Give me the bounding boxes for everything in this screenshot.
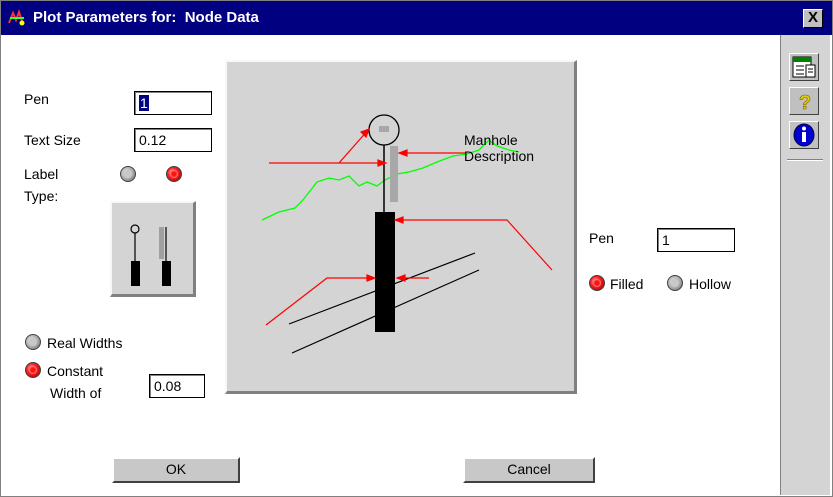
constant-width-label-line1: Constant bbox=[47, 363, 104, 379]
label-type-preview bbox=[110, 201, 196, 297]
label-type-radio-2[interactable] bbox=[166, 166, 182, 182]
real-widths-label: Real Widths bbox=[47, 335, 123, 351]
right-pen-label: Pen bbox=[589, 230, 614, 246]
window-title: Plot Parameters for: Node Data bbox=[33, 9, 259, 26]
side-toolbar: ? bbox=[780, 35, 830, 495]
constant-width-label-line2: Width of bbox=[50, 385, 102, 401]
close-button[interactable]: X bbox=[803, 9, 823, 28]
constant-width-value: 0.08 bbox=[154, 378, 182, 394]
ok-button-label: OK bbox=[165, 461, 187, 477]
plot-parameters-dialog: Plot Parameters for: Node Data X Pen 1 T… bbox=[0, 0, 833, 497]
annotation-line2: Description bbox=[464, 148, 535, 164]
pen-field-value: 1 bbox=[139, 95, 149, 111]
info-icon bbox=[793, 123, 815, 147]
cancel-button[interactable]: Cancel bbox=[463, 457, 595, 483]
ok-button[interactable]: OK bbox=[112, 457, 240, 483]
filled-radio[interactable] bbox=[589, 275, 605, 291]
text-size-field[interactable]: 0.12 bbox=[134, 128, 212, 152]
dialog-body: Pen 1 Text Size 0.12 Label Type: Real Wi… bbox=[4, 35, 830, 495]
constant-width-field[interactable]: 0.08 bbox=[149, 374, 205, 398]
title-bar[interactable]: Plot Parameters for: Node Data X bbox=[1, 1, 832, 35]
document-icon bbox=[792, 56, 816, 78]
help-icon: ? bbox=[799, 92, 812, 115]
label-type-label-line2: Type: bbox=[24, 188, 59, 204]
label-type-radio-1[interactable] bbox=[120, 166, 136, 182]
info-button[interactable] bbox=[789, 121, 819, 149]
manhole-diagram bbox=[261, 114, 553, 354]
filled-label: Filled bbox=[610, 276, 644, 292]
right-pen-value: 1 bbox=[662, 232, 670, 248]
hollow-radio[interactable] bbox=[667, 275, 683, 291]
label-type-graphic bbox=[130, 224, 171, 286]
app-icon bbox=[7, 9, 27, 27]
real-widths-radio[interactable] bbox=[25, 334, 41, 350]
toolbar-separator bbox=[787, 159, 823, 161]
help-button[interactable]: ? bbox=[789, 87, 819, 115]
text-size-value: 0.12 bbox=[139, 132, 167, 148]
pen-label: Pen bbox=[24, 91, 49, 107]
close-icon: X bbox=[807, 9, 818, 26]
label-type-label-line1: Label bbox=[24, 166, 59, 182]
constant-width-radio[interactable] bbox=[25, 362, 41, 378]
annotation-line1: Manhole bbox=[464, 132, 518, 148]
svg-text:?: ? bbox=[799, 92, 811, 114]
manhole-preview-panel: Manhole Description bbox=[225, 60, 577, 394]
text-size-label: Text Size bbox=[24, 132, 81, 148]
document-button[interactable] bbox=[789, 53, 819, 81]
pen-field[interactable]: 1 bbox=[134, 91, 212, 115]
hollow-label: Hollow bbox=[689, 276, 732, 292]
right-pen-field[interactable]: 1 bbox=[657, 228, 735, 252]
cancel-button-label: Cancel bbox=[507, 461, 551, 477]
